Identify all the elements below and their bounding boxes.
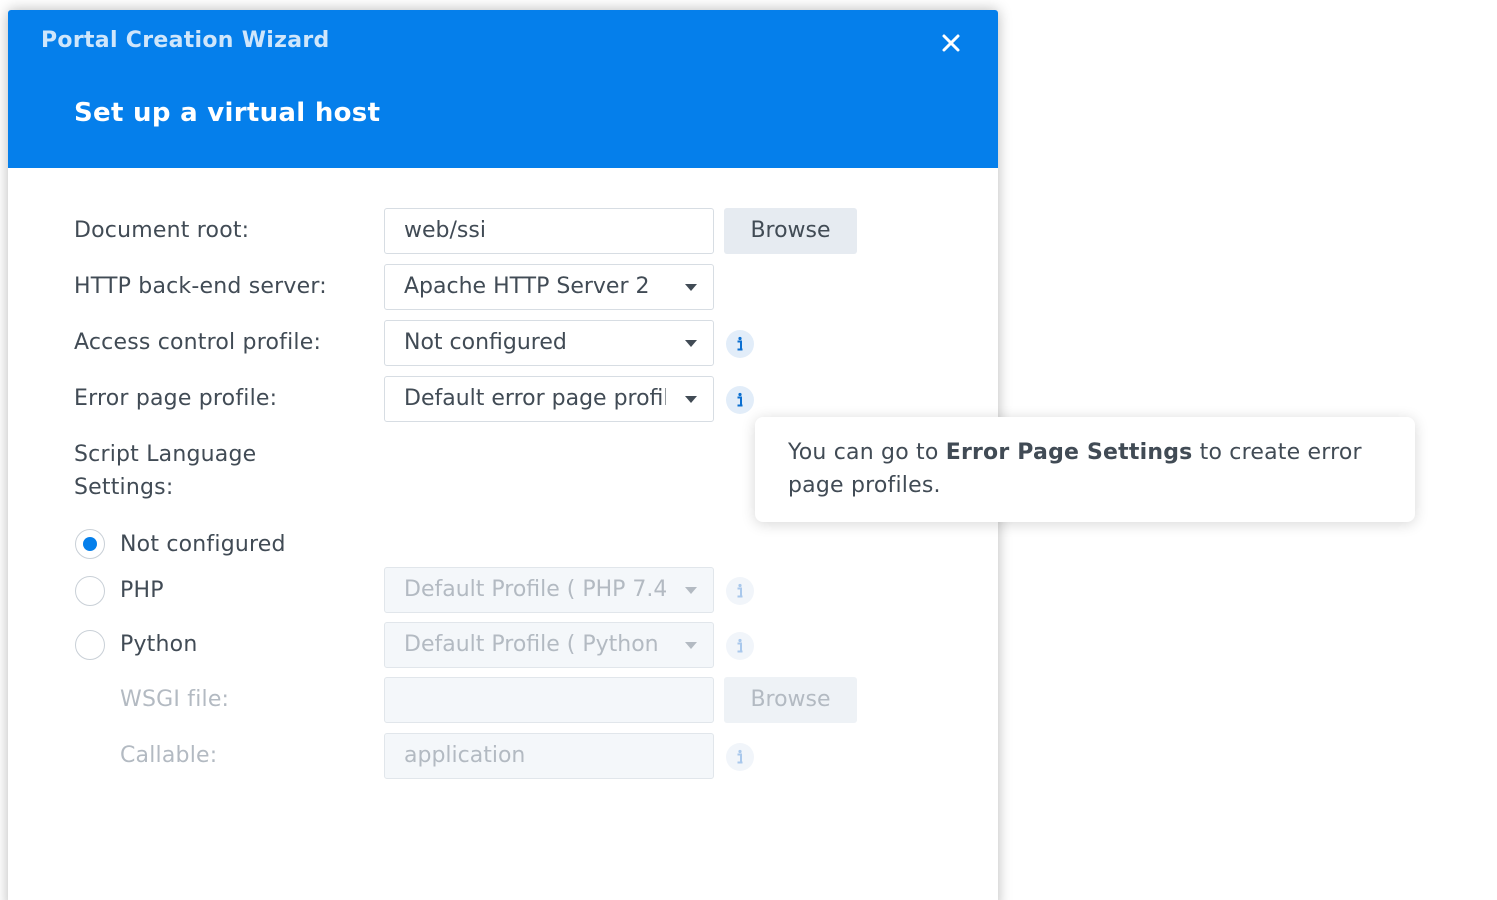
access-control-select[interactable]: Not configured xyxy=(384,320,714,366)
chevron-down-icon xyxy=(685,396,697,403)
python-profile-value: Default Profile ( Python 3.8 ) xyxy=(404,632,666,657)
script-language-label-line1: Script Language xyxy=(74,442,257,467)
backend-server-label: HTTP back-end server: xyxy=(74,274,327,299)
callable-value: application xyxy=(404,743,526,768)
php-profile-select[interactable]: Default Profile ( PHP 7.4 ) xyxy=(384,567,714,613)
error-page-select[interactable]: Default error page profile xyxy=(384,376,714,422)
php-info-icon[interactable] xyxy=(726,577,754,605)
info-icon xyxy=(737,392,743,407)
callable-input[interactable]: application xyxy=(384,733,714,779)
backend-server-value: Apache HTTP Server 2 xyxy=(404,274,650,299)
radio-python[interactable] xyxy=(75,630,105,660)
error-page-label: Error page profile: xyxy=(74,386,278,411)
access-control-value: Not configured xyxy=(404,330,567,355)
php-profile-value: Default Profile ( PHP 7.4 ) xyxy=(404,577,666,602)
error-page-info-icon[interactable] xyxy=(726,386,754,414)
python-profile-select[interactable]: Default Profile ( Python 3.8 ) xyxy=(384,622,714,668)
radio-not-configured[interactable] xyxy=(75,529,105,559)
access-control-info-icon[interactable] xyxy=(726,330,754,358)
info-icon xyxy=(737,336,743,351)
document-root-value: web/ssi xyxy=(404,218,486,243)
access-control-label: Access control profile: xyxy=(74,330,322,355)
chevron-down-icon xyxy=(685,340,697,347)
tooltip-link[interactable]: Error Page Settings xyxy=(946,440,1193,465)
close-icon xyxy=(942,34,960,52)
wsgi-browse-button[interactable]: Browse xyxy=(724,677,857,723)
wsgi-file-input[interactable] xyxy=(384,677,714,723)
document-root-browse-button[interactable]: Browse xyxy=(724,208,857,254)
radio-not-configured-label: Not configured xyxy=(120,532,286,557)
chevron-down-icon xyxy=(685,587,697,594)
document-root-label: Document root: xyxy=(74,218,250,243)
dialog-header: Portal Creation Wizard Set up a virtual … xyxy=(8,10,998,168)
info-icon xyxy=(737,749,743,764)
step-title: Set up a virtual host xyxy=(74,98,381,128)
wsgi-file-label: WSGI file: xyxy=(120,687,230,712)
callable-label: Callable: xyxy=(120,743,218,768)
document-root-input[interactable]: web/ssi xyxy=(384,208,714,254)
info-icon xyxy=(737,583,743,598)
close-button[interactable] xyxy=(938,30,964,56)
script-language-label-line2: Settings: xyxy=(74,475,174,500)
info-icon xyxy=(737,638,743,653)
radio-php[interactable] xyxy=(75,576,105,606)
chevron-down-icon xyxy=(685,284,697,291)
tooltip-prefix: You can go to xyxy=(788,440,946,465)
error-page-value: Default error page profile xyxy=(404,386,666,411)
chevron-down-icon xyxy=(685,642,697,649)
window-title: Portal Creation Wizard xyxy=(41,28,330,53)
radio-python-label: Python xyxy=(120,632,198,657)
callable-info-icon[interactable] xyxy=(726,743,754,771)
error-page-tooltip: You can go to Error Page Settings to cre… xyxy=(755,417,1415,522)
python-info-icon[interactable] xyxy=(726,632,754,660)
radio-php-label: PHP xyxy=(120,578,164,603)
backend-server-select[interactable]: Apache HTTP Server 2 xyxy=(384,264,714,310)
